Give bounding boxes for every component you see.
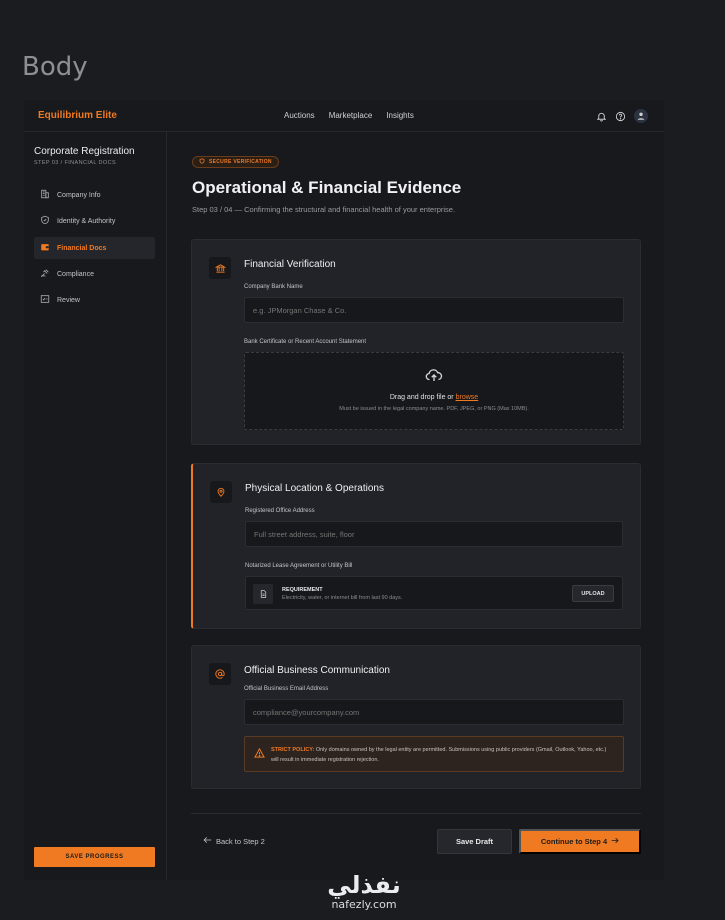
document-icon [253,584,273,604]
app-window: Equilibrium Elite Auctions Marketplace I… [24,100,664,880]
avatar[interactable] [634,109,648,123]
back-button[interactable]: Back to Step 2 [203,836,265,846]
page-subtitle: Step 03 / 04 — Confirming the structural… [192,205,456,214]
arrow-left-icon [203,836,212,846]
warning-icon [254,745,265,763]
sidebar-item-label: Compliance [57,270,94,278]
requirement-row: REQUIREMENT Electricity, water, or inter… [245,576,623,610]
sidebar: Corporate Registration STEP 03 / FINANCI… [24,132,167,880]
at-sign-icon [209,663,231,685]
top-navbar: Equilibrium Elite Auctions Marketplace I… [24,100,664,132]
page-title: Operational & Financial Evidence [192,178,462,197]
cloud-upload-icon [425,368,443,387]
strict-policy-alert: STRICT POLICY: Only domains owned by the… [244,736,624,772]
sidebar-item-identity[interactable]: Identity & Authority [34,210,155,232]
main-content: SECURE VERIFICATION Operational & Financ… [167,132,664,880]
checklist-icon [40,294,50,306]
field-label: Notarized Lease Agreement or Utility Bil… [245,563,353,569]
wallet-icon [40,242,50,254]
watermark-latin: nafezly.com [331,898,397,911]
business-email-input[interactable] [244,699,624,725]
card-title: Financial Verification [244,259,336,270]
policy-text: STRICT POLICY: Only domains owned by the… [271,745,613,765]
address-input[interactable] [245,521,623,547]
continue-button[interactable]: Continue to Step 4 [519,829,641,854]
building-icon [40,189,50,201]
secure-verification-badge: SECURE VERIFICATION [192,156,279,168]
sidebar-item-compliance[interactable]: Compliance [34,263,155,285]
location-pin-icon [210,481,232,503]
field-label: Bank Certificate or Recent Account State… [244,339,367,345]
sidebar-item-review[interactable]: Review [34,289,155,311]
sidebar-item-label: Financial Docs [57,244,107,252]
bank-name-input[interactable] [244,297,624,323]
sidebar-subtitle: STEP 03 / FINANCIAL DOCS [34,160,117,166]
arrow-right-icon [611,837,619,846]
help-icon[interactable] [615,111,626,122]
field-label: Official Business Email Address [244,686,329,692]
sidebar-item-label: Identity & Authority [57,217,116,225]
browse-link[interactable]: browse [456,394,479,401]
save-progress-button[interactable]: SAVE PROGRESS [34,847,155,867]
top-icons [596,109,648,123]
nav-auctions[interactable]: Auctions [284,111,315,120]
page-label: Body [22,52,88,82]
back-label: Back to Step 2 [216,836,265,846]
continue-label: Continue to Step 4 [540,837,608,846]
dropzone-hint: Must be issued in the legal company name… [339,406,529,412]
upload-button[interactable]: UPLOAD [572,585,614,602]
official-communication-card: Official Business Communication Official… [191,645,641,789]
sidebar-item-financial-docs[interactable]: Financial Docs [34,237,155,259]
footer-divider [191,813,641,814]
card-title: Official Business Communication [244,665,390,676]
sidebar-item-label: Review [57,296,80,304]
shield-icon [199,158,205,166]
dropzone-text: Drag and drop file or browse [245,394,623,401]
bell-icon[interactable] [596,111,607,122]
card-title: Physical Location & Operations [245,483,384,494]
financial-verification-card: Financial Verification Company Bank Name… [191,239,641,445]
field-label: Registered Office Address [245,508,315,514]
sidebar-title: Corporate Registration [34,146,135,157]
brand-logo[interactable]: Equilibrium Elite [38,110,117,121]
sidebar-item-company-info[interactable]: Company Info [34,184,155,206]
watermark-arabic: نفذلي [327,871,401,899]
policy-message: Only domains owned by the legal entity a… [271,747,607,763]
save-draft-button[interactable]: Save Draft [437,829,512,854]
policy-label: STRICT POLICY: [271,747,315,753]
watermark-logo: نفذلي nafezly.com [318,872,410,911]
file-dropzone[interactable]: Drag and drop file or browse Must be iss… [244,352,624,430]
badge-label: SECURE VERIFICATION [209,159,272,165]
field-label: Company Bank Name [244,284,303,290]
main-nav: Auctions Marketplace Insights [284,111,414,120]
gavel-icon [40,268,50,280]
nav-insights[interactable]: Insights [386,111,414,120]
dropzone-label: Drag and drop file or [389,394,454,401]
bank-icon [209,257,231,279]
requirement-title: REQUIREMENT [282,587,323,593]
sidebar-item-label: Company Info [57,191,101,199]
requirement-desc: Electricity, water, or internet bill fro… [282,595,403,601]
nav-marketplace[interactable]: Marketplace [329,111,373,120]
physical-location-card: Physical Location & Operations Registere… [191,463,641,629]
shield-icon [40,215,50,227]
